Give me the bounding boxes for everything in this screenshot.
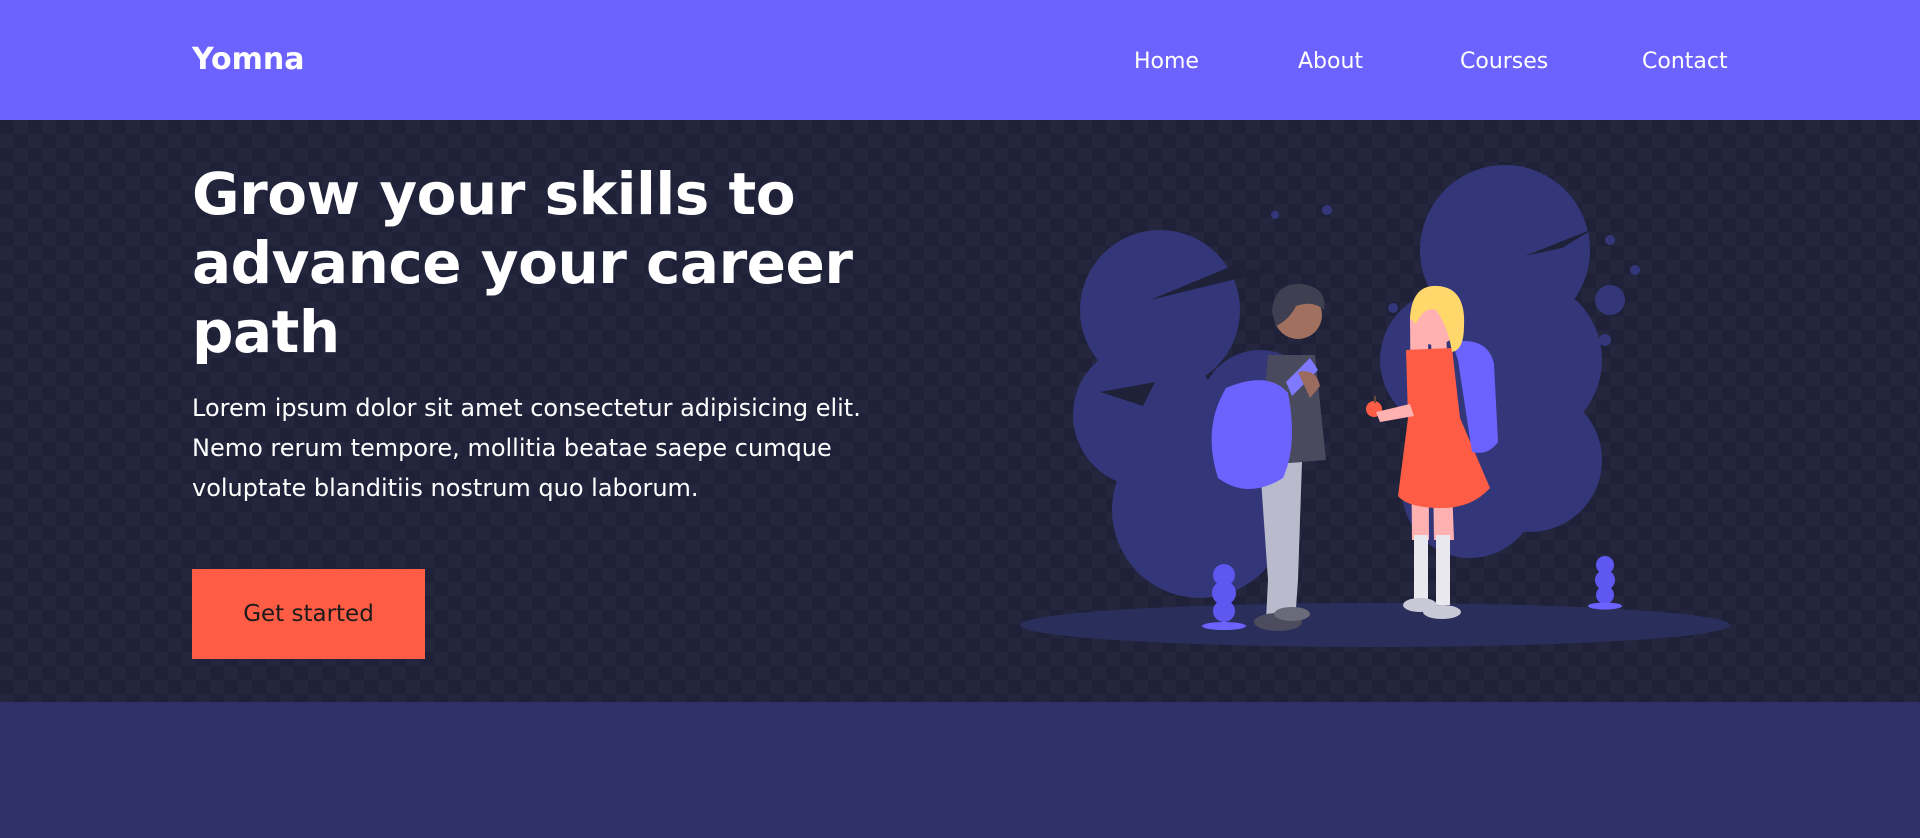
hero-title: Grow your skills to advance your career … xyxy=(192,160,853,366)
nav-link-contact[interactable]: Contact xyxy=(1642,44,1728,80)
nav-link-home[interactable]: Home xyxy=(1134,44,1199,80)
navbar: Yomna Home About Courses Contact xyxy=(0,0,1920,120)
ground-shadow xyxy=(1020,603,1730,647)
tree-icon xyxy=(1588,556,1622,610)
nav-link-about[interactable]: About xyxy=(1298,44,1363,80)
get-started-button[interactable]: Get started xyxy=(192,569,425,659)
hero-section: Grow your skills to advance your career … xyxy=(0,120,1920,702)
next-section xyxy=(0,702,1920,838)
students-illustration xyxy=(1020,165,1730,647)
brand-logo[interactable]: Yomna xyxy=(192,40,304,80)
nav-menu: Home About Courses Contact xyxy=(1100,44,1740,80)
nav-link-courses[interactable]: Courses xyxy=(1460,44,1548,80)
hero-description: Lorem ipsum dolor sit amet consectetur a… xyxy=(192,394,861,502)
background-blob-icon xyxy=(1073,165,1640,598)
